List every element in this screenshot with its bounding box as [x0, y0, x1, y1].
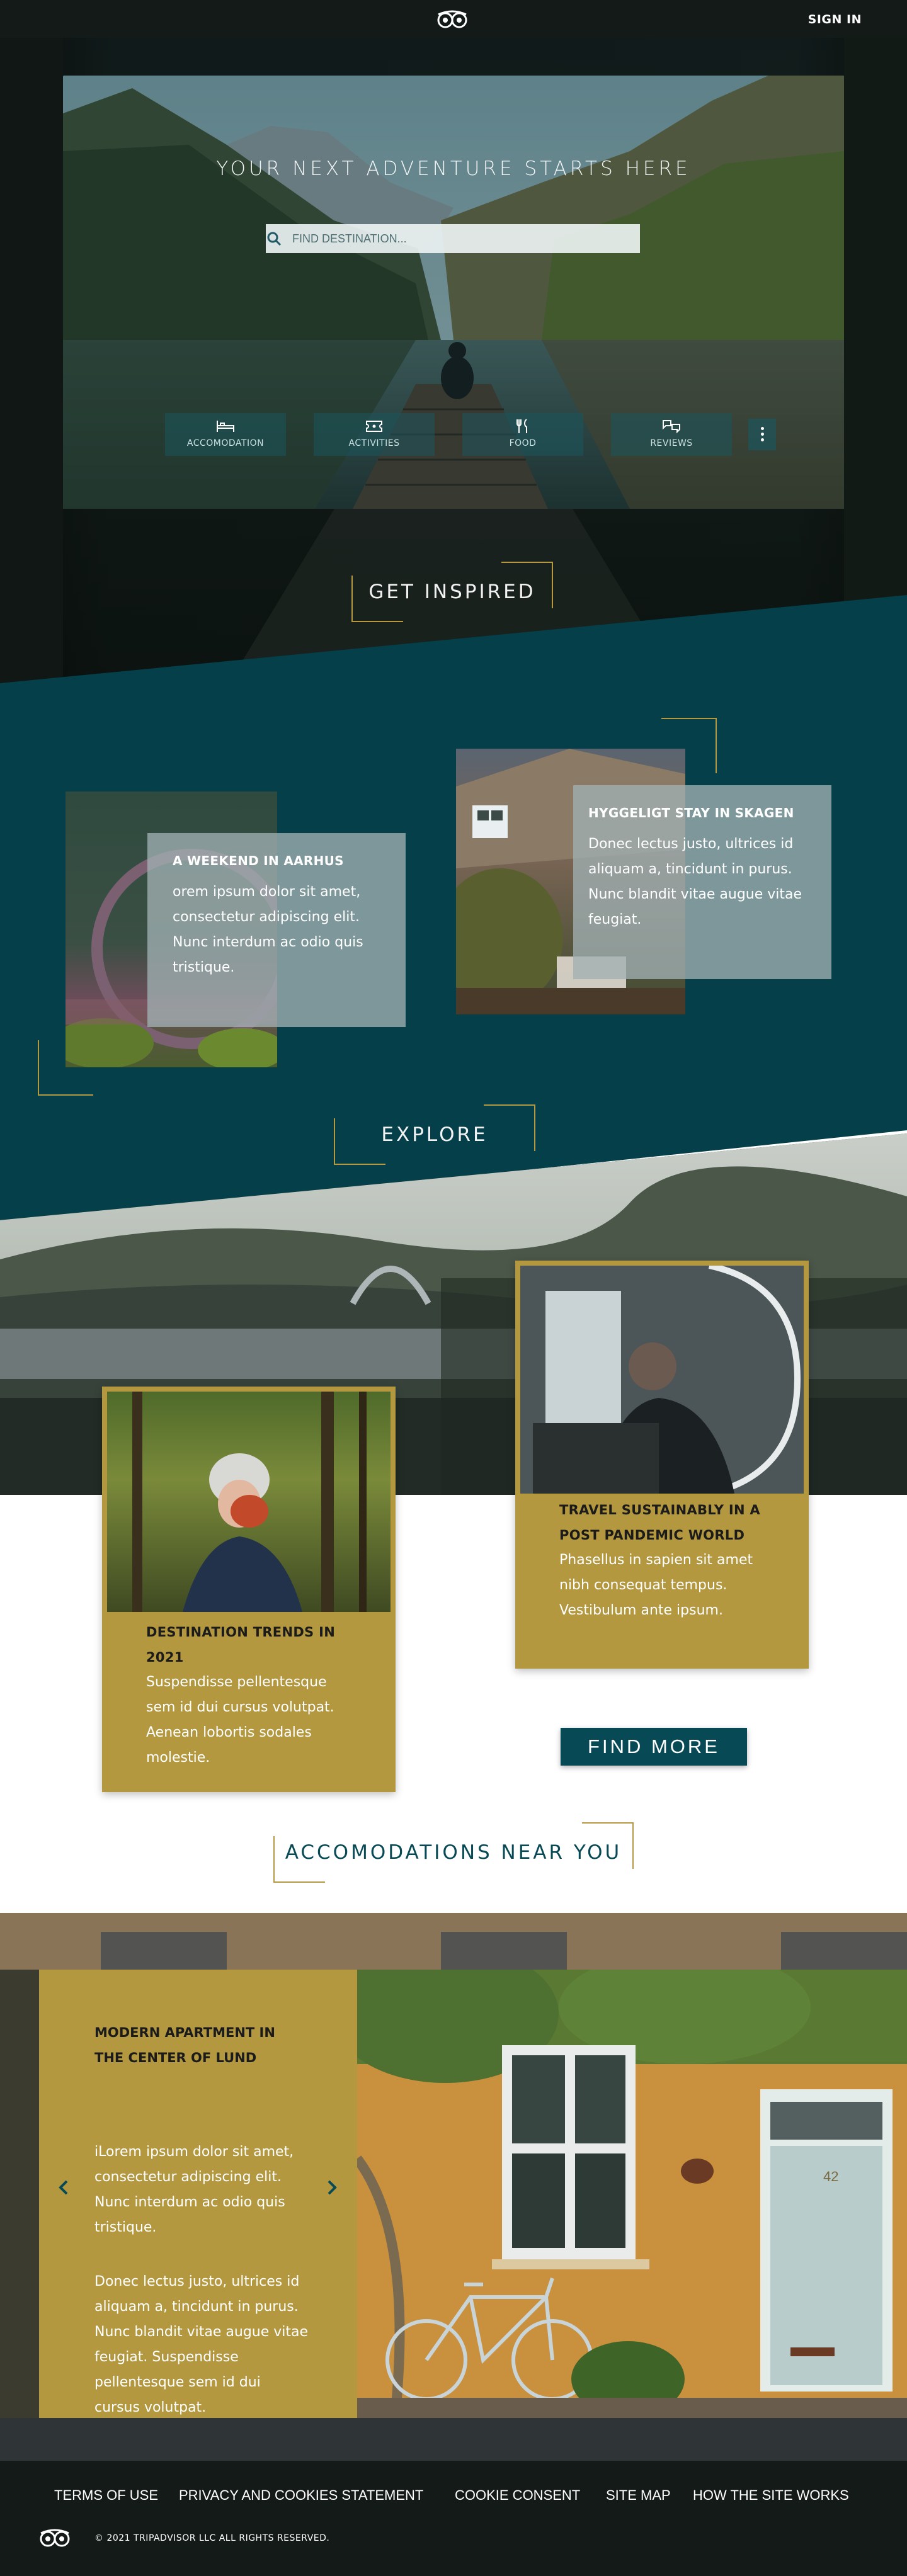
hero-title: YOUR NEXT ADVENTURE STARTS HERE	[216, 157, 691, 180]
explore-heading: EXPLORE	[381, 1123, 488, 1146]
skagen-card-panel: HYGGELIGT STAY IN SKAGEN Donec lectus ju…	[573, 785, 831, 979]
chat-bubbles-icon	[663, 420, 680, 434]
carousel-prev-button[interactable]	[53, 2176, 76, 2199]
accomodations-heading: ACCOMODATIONS NEAR YOU	[285, 1841, 622, 1864]
bed-icon	[217, 421, 234, 432]
skagen-card-text: Donec lectus justo, ultrices id aliquam …	[588, 836, 802, 928]
footer-link-cookie-consent[interactable]: COOKIE CONSENT	[455, 2487, 580, 2504]
hero-section: YOUR NEXT ADVENTURE STARTS HERE ACCOMODA…	[0, 38, 907, 697]
destination-trends-text: Suspendisse pellentesque sem id dui curs…	[146, 1674, 334, 1766]
house-with-bicycle-image: 42	[357, 1970, 907, 2418]
footer-link-terms[interactable]: TERMS OF USE	[54, 2487, 158, 2504]
man-on-train-image	[520, 1266, 804, 1494]
fork-knife-icon	[516, 419, 527, 433]
article-card-travel-sustainably[interactable]: TRAVEL SUSTAINABLY IN A POST PANDEMIC WO…	[515, 1261, 809, 1669]
aarhus-card-text: orem ipsum dolor sit amet, consectetur a…	[173, 884, 363, 975]
apartment-image: 42	[357, 1970, 907, 2418]
aarhus-card-title: A WEEKEND IN AARHUS	[173, 853, 344, 868]
hero-image-frame: YOUR NEXT ADVENTURE STARTS HERE ACCOMODA…	[63, 76, 844, 509]
aarhus-card-panel: A WEEKEND IN AARHUS orem ipsum dolor sit…	[147, 833, 406, 1027]
category-accomodation-button[interactable]: ACCOMODATION	[165, 413, 286, 456]
copyright-text: © 2021 TRIPADVISOR LLC ALL RIGHTS RESERV…	[94, 2533, 330, 2543]
accomodations-heading-block: ACCOMODATIONS NEAR YOU	[273, 1822, 634, 1883]
woman-holding-leaf-image	[132, 1392, 367, 1612]
apartment-text-2: Donec lectus justo, ultrices id aliquam …	[94, 2274, 309, 2415]
travel-sustainably-title: TRAVEL SUSTAINABLY IN A POST PANDEMIC WO…	[559, 1502, 760, 1543]
sign-in-link[interactable]: SIGN IN	[808, 13, 862, 26]
article-card-destination-trends[interactable]: DESTINATION TRENDS IN 2021 Suspendisse p…	[102, 1387, 396, 1792]
category-food-label: FOOD	[509, 438, 537, 448]
owl-eyes-icon[interactable]	[435, 9, 470, 28]
get-inspired-heading: GET INSPIRED	[368, 581, 536, 603]
search-icon[interactable]	[266, 230, 282, 247]
dot	[761, 438, 764, 441]
destination-search-box	[266, 224, 640, 253]
category-activities-button[interactable]: ACTIVITIES	[314, 413, 435, 456]
category-food-button[interactable]: FOOD	[462, 413, 583, 456]
train-window-image	[520, 1266, 804, 1494]
apartment-title: MODERN APARTMENT IN THE CENTER OF LUND	[94, 2025, 275, 2065]
door-number: 42	[823, 2169, 838, 2184]
get-inspired-heading-block: GET INSPIRED	[351, 562, 553, 622]
carousel-next-button[interactable]	[320, 2176, 343, 2199]
category-reviews-label: REVIEWS	[650, 438, 693, 448]
vertical-dots-icon	[761, 427, 764, 430]
destination-trends-text-block: DESTINATION TRENDS IN 2021 Suspendisse p…	[146, 1620, 354, 1771]
owl-eyes-icon[interactable]	[37, 2528, 73, 2547]
travel-sustainably-text: Phasellus in sapien sit amet nibh conseq…	[559, 1552, 753, 1618]
footer-link-privacy[interactable]: PRIVACY AND COOKIES STATEMENT	[179, 2487, 423, 2504]
category-reviews-button[interactable]: REVIEWS	[611, 413, 732, 456]
footer-link-how-site-works[interactable]: HOW THE SITE WORKS	[693, 2487, 849, 2504]
skagen-card-title: HYGGELIGT STAY IN SKAGEN	[588, 805, 794, 820]
accomodation-carousel: 42 MODERN APARTMENT IN THE CENTER OF LUN…	[0, 1913, 907, 2461]
article-card-skagen[interactable]: HYGGELIGT STAY IN SKAGEN Donec lectus ju…	[456, 749, 831, 1016]
apartment-text-1: iLorem ipsum dolor sit amet, consectetur…	[94, 2144, 294, 2235]
top-bar: SIGN IN	[0, 0, 907, 38]
forest-woman-image	[107, 1392, 391, 1612]
destination-trends-title: DESTINATION TRENDS IN 2021	[146, 1625, 336, 1665]
explore-heading-block: EXPLORE	[334, 1104, 535, 1165]
article-card-aarhus[interactable]: A WEEKEND IN AARHUS orem ipsum dolor sit…	[66, 792, 406, 1069]
dot	[761, 433, 764, 436]
find-more-button[interactable]: FIND MORE	[561, 1728, 747, 1766]
ticket-icon	[366, 421, 382, 432]
category-activities-label: ACTIVITIES	[348, 438, 400, 448]
more-options-button[interactable]	[748, 419, 776, 450]
apartment-info-panel: MODERN APARTMENT IN THE CENTER OF LUND i…	[39, 1970, 357, 2418]
destination-search-input[interactable]	[266, 224, 600, 253]
travel-sustainably-text-block: TRAVEL SUSTAINABLY IN A POST PANDEMIC WO…	[559, 1497, 761, 1623]
footer-link-site-map[interactable]: SITE MAP	[606, 2487, 671, 2504]
footer: TERMS OF USE PRIVACY AND COOKIES STATEME…	[0, 2461, 907, 2576]
chevron-left-icon	[59, 2180, 68, 2195]
chevron-right-icon	[328, 2180, 337, 2195]
category-accomodation-label: ACCOMODATION	[186, 438, 265, 448]
